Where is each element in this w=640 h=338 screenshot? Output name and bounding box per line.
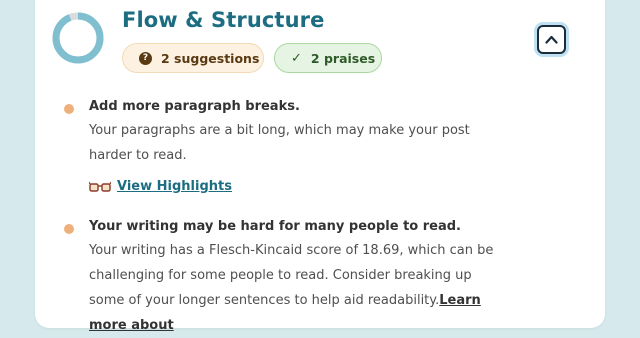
- progress-ring-arc: [52, 12, 104, 64]
- praises-badge[interactable]: ✓ 2 praises: [274, 43, 382, 73]
- suggestion-title: Add more paragraph breaks.: [89, 99, 300, 114]
- chevron-up-icon: [545, 35, 558, 44]
- progress-ring: [52, 12, 104, 64]
- suggestions-badge[interactable]: ? 2 suggestions: [122, 43, 264, 73]
- question-circle-icon: ?: [139, 51, 152, 65]
- praises-badge-label: 2 praises: [310, 50, 376, 66]
- view-highlights-link[interactable]: View Highlights: [117, 179, 232, 194]
- check-icon: ✓: [291, 50, 302, 66]
- section-title: Flow & Structure: [122, 8, 325, 32]
- suggestion-body-text: Your writing has a Flesch-Kincaid score …: [89, 243, 494, 308]
- view-highlights-link-row: View Highlights: [89, 179, 232, 194]
- flow-structure-card: Flow & Structure ? 2 suggestions ✓ 2 pra…: [35, 0, 605, 333]
- suggestion-bullet: [64, 224, 74, 234]
- suggestion-body: Your writing has a Flesch-Kincaid score …: [89, 238, 509, 338]
- suggestions-badge-label: 2 suggestions: [161, 50, 260, 66]
- collapse-button[interactable]: [537, 25, 566, 54]
- suggestion-title: Your writing may be hard for many people…: [89, 219, 461, 234]
- suggestion-body: Your paragraphs are a bit long, which ma…: [89, 123, 470, 163]
- glasses-icon: [89, 181, 111, 192]
- suggestion-bullet: [64, 104, 74, 114]
